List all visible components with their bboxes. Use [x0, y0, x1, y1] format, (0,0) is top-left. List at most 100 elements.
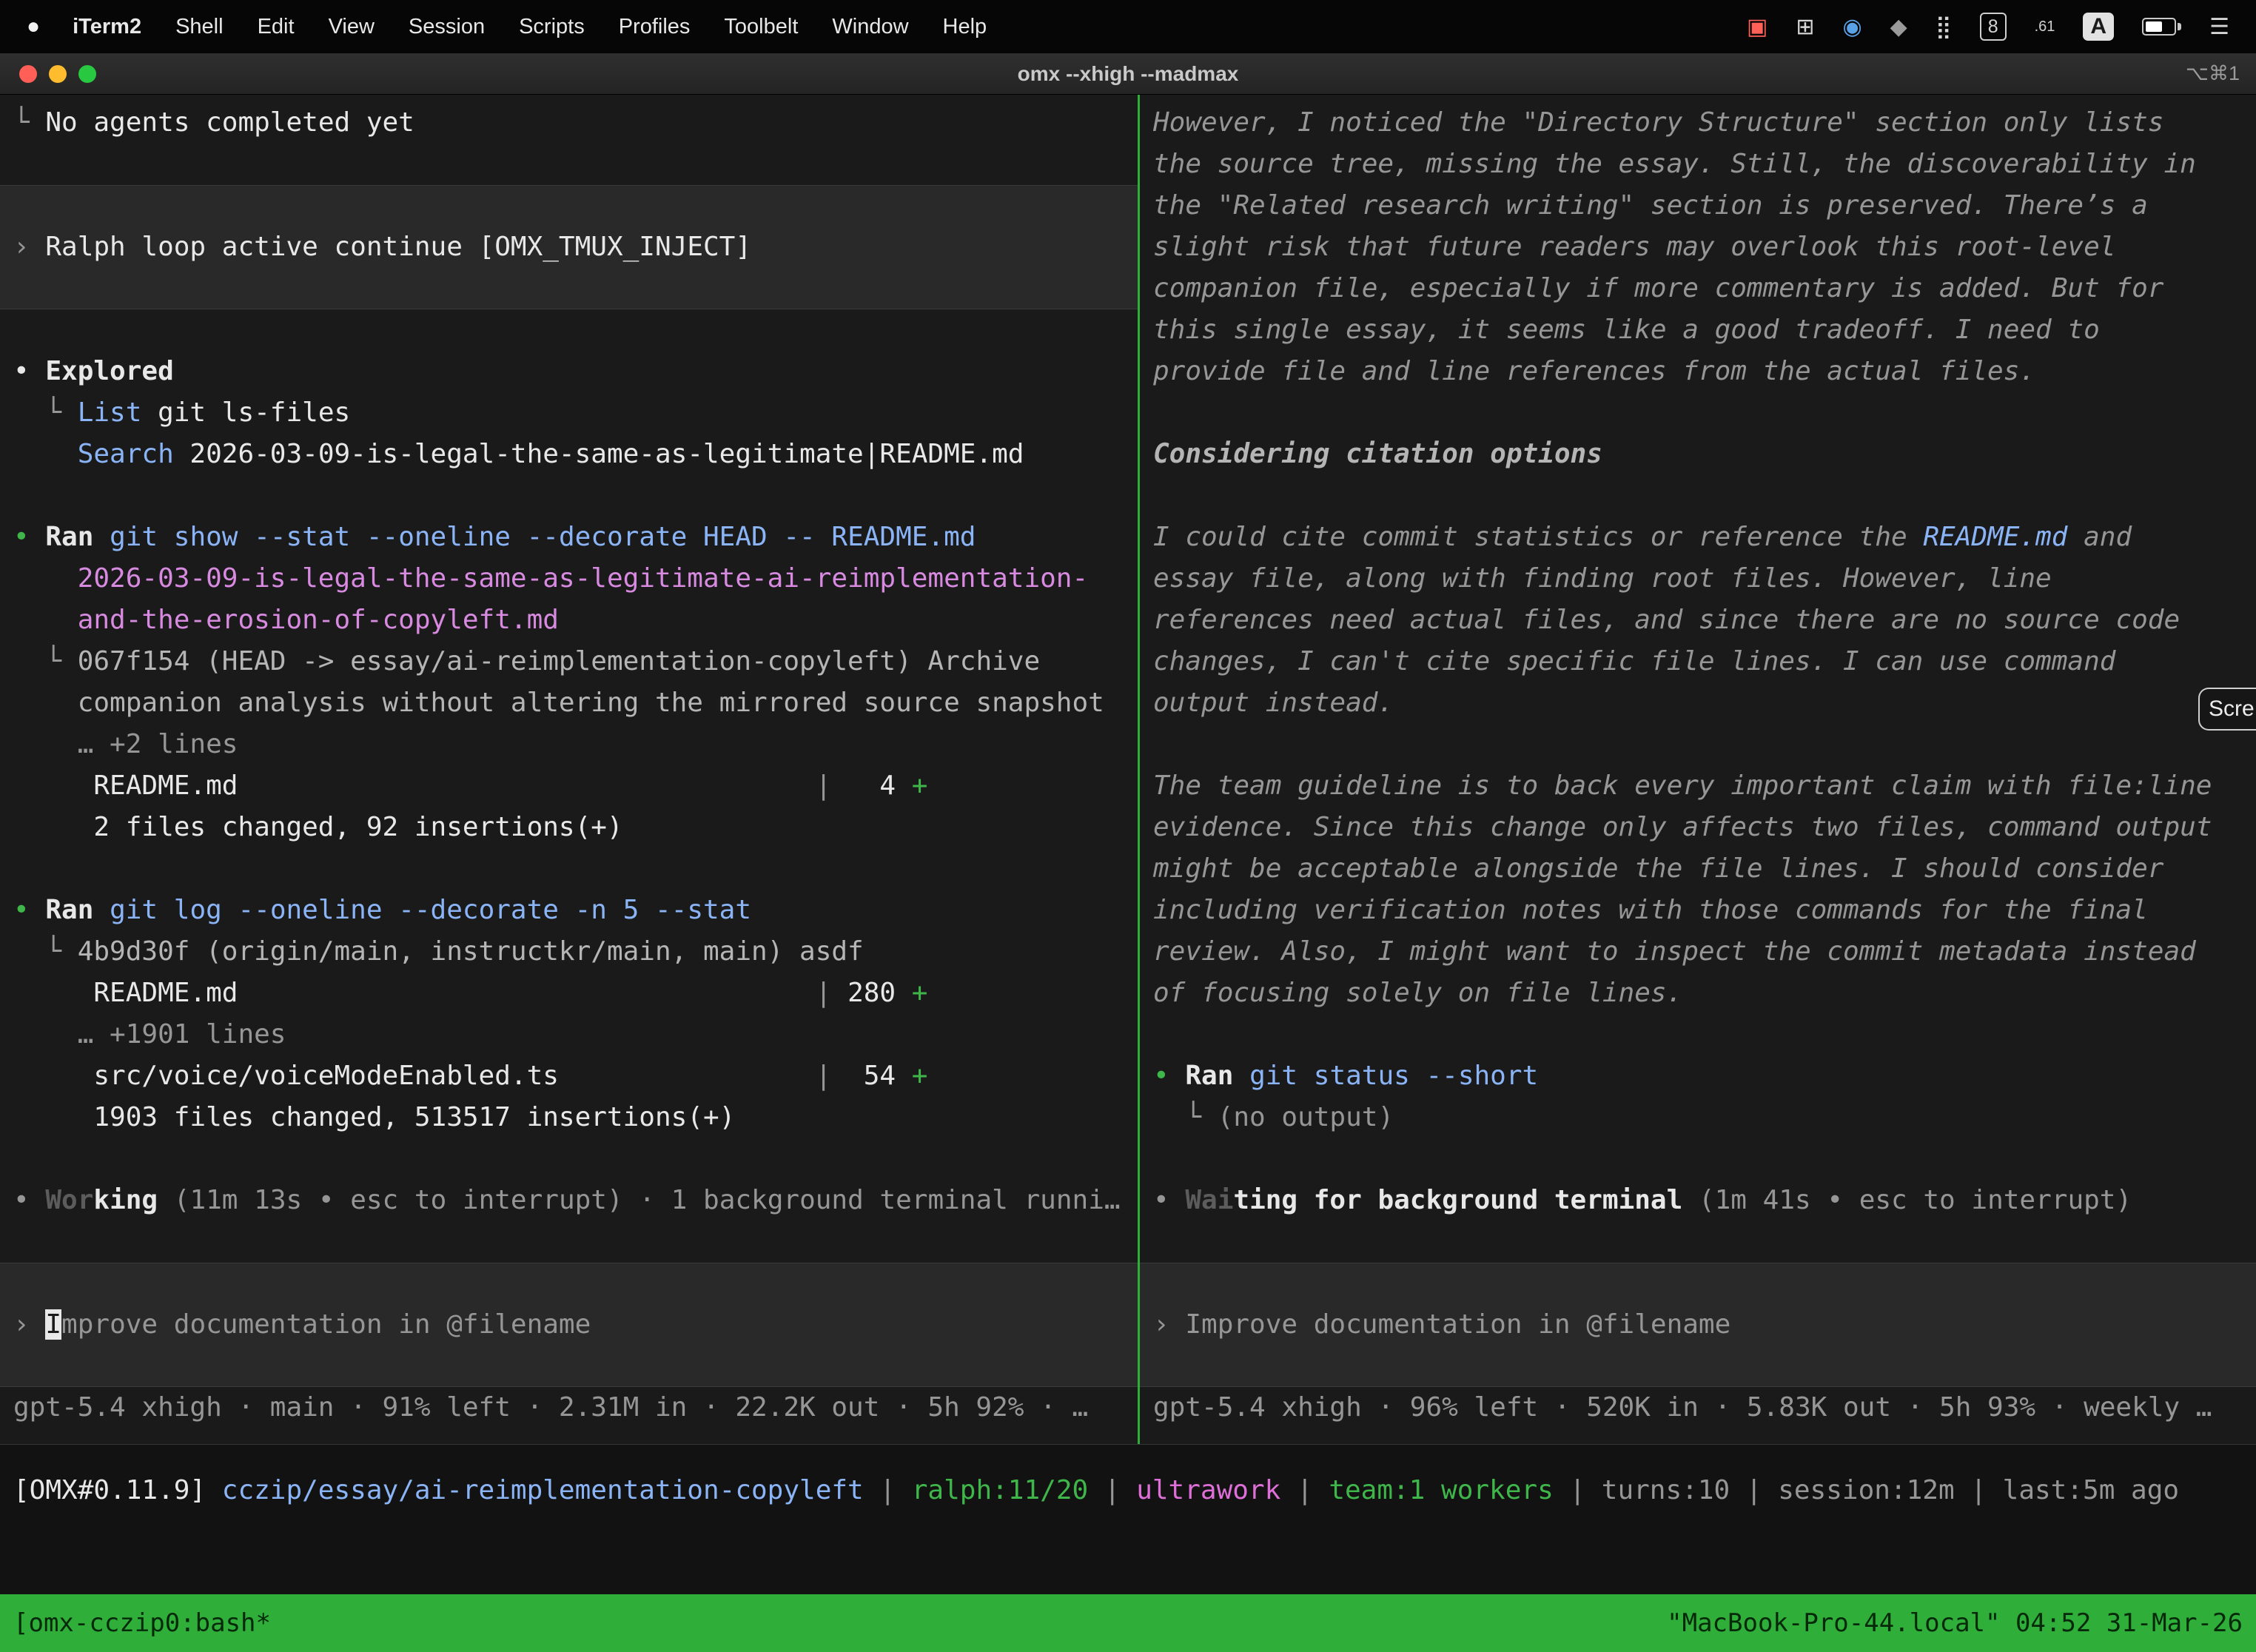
text-segment: gpt-5.4 xhigh · 96% left · 520K in · 5.8…	[1153, 1392, 2212, 1423]
text-segment: Ran	[1185, 1061, 1233, 1091]
menu-iterm2[interactable]: iTerm2	[73, 15, 141, 39]
menu-edit[interactable]: Edit	[258, 15, 295, 39]
text-segment: •	[13, 522, 45, 552]
text-segment: +	[912, 1061, 928, 1091]
dots-grid-icon[interactable]: ⣿	[1936, 14, 1952, 40]
text-segment: and	[2067, 522, 2132, 552]
terminal-line: companion analysis without altering the …	[0, 682, 1138, 724]
terminal-line: src/voice/voiceModeEnabled.ts | 54 +	[0, 1055, 1138, 1097]
menu-profiles[interactable]: Profiles	[619, 15, 691, 39]
text-segment: ralph:11/20	[912, 1475, 1088, 1505]
terminal-line: of focusing solely on file lines.	[1140, 973, 2256, 1014]
text-segment: |	[1088, 1475, 1136, 1505]
text-segment: cczip/essay/ai-reimplementation-copyleft	[222, 1475, 864, 1505]
text-segment: output instead.	[1153, 688, 1394, 718]
terminal-line: provide file and line references from th…	[1140, 351, 2256, 392]
terminal-line: including verification notes with those …	[1140, 890, 2256, 931]
zoom-button[interactable]	[78, 65, 96, 83]
text-segment: gpt-5.4 xhigh · main · 91% left · 2.31M …	[13, 1392, 1088, 1423]
text-segment: Wor	[45, 1185, 93, 1215]
text-segment: essay file, along with finding root file…	[1153, 563, 2052, 594]
terminal-line: └ No agents completed yet	[0, 102, 1138, 144]
terminal-line: └ 067f154 (HEAD -> essay/ai-reimplementa…	[0, 641, 1138, 682]
text-segment: ultrawork	[1136, 1475, 1280, 1505]
terminal-line: • Ran git log --oneline --decorate -n 5 …	[0, 890, 1138, 931]
terminal-line: output instead.	[1140, 682, 2256, 724]
terminal-area: └ No agents completed yet › Ralph loop ac…	[0, 95, 2256, 1445]
menu-shell[interactable]: Shell	[175, 15, 224, 39]
text-segment: git log --oneline --decorate -n 5 --stat	[110, 895, 751, 925]
text-segment: mprove documentation in @filename	[61, 1309, 591, 1340]
terminal-line: gpt-5.4 xhigh · main · 91% left · 2.31M …	[0, 1387, 1138, 1428]
empty-line	[0, 1138, 1138, 1180]
terminal-line: 1903 files changed, 513517 insertions(+)	[0, 1097, 1138, 1138]
omx-status-region: [OMX#0.11.9] cczip/essay/ai-reimplementa…	[0, 1445, 2256, 1594]
prompt-box[interactable]: › Improve documentation in @filename	[1140, 1263, 2256, 1387]
apple-logo-icon[interactable]: ●	[27, 14, 40, 39]
menu-help[interactable]: Help	[943, 15, 987, 39]
text-segment: List	[78, 397, 142, 428]
text-segment: review. Also, I might want to inspect th…	[1153, 936, 2196, 967]
menu-scripts[interactable]: Scripts	[519, 15, 585, 39]
text-segment: README.md	[13, 978, 816, 1008]
right-pane[interactable]: However, I noticed the "Directory Struct…	[1140, 95, 2256, 1444]
text-segment	[93, 522, 110, 552]
text-segment: ›	[13, 1309, 45, 1340]
battery-body	[2142, 18, 2176, 36]
menu-window[interactable]: Window	[832, 15, 908, 39]
wifi-icon[interactable]: ☰	[2209, 14, 2229, 40]
text-segment: 4b9d30f (origin/main, instructkr/main, m…	[78, 936, 864, 967]
screenshot-toast[interactable]: Scre	[2198, 688, 2256, 731]
text-segment: of focusing solely on file lines.	[1153, 978, 1682, 1008]
text-segment: 2026-03-09-is-legal-the-same-as-legitima…	[174, 439, 1024, 469]
terminal-line: └ (no output)	[1140, 1097, 2256, 1138]
text-segment: +	[912, 978, 928, 1008]
text-segment	[13, 1019, 78, 1050]
menu-toolbelt[interactable]: Toolbelt	[724, 15, 798, 39]
terminal-line: └ 4b9d30f (origin/main, instructkr/main,…	[0, 931, 1138, 973]
text-segment: and-the-erosion-of-copyleft.md	[78, 605, 559, 635]
text-segment: └	[13, 646, 78, 676]
dark-app-icon[interactable]: ◆	[1890, 14, 1907, 40]
empty-line	[0, 144, 1138, 185]
menu-session[interactable]: Session	[409, 15, 485, 39]
prompt-box[interactable]: › Ralph loop active continue [OMX_TMUX_I…	[0, 185, 1138, 309]
key-8-icon[interactable]: 8	[1980, 13, 2007, 41]
empty-line	[1140, 392, 2256, 434]
empty-line	[0, 1221, 1138, 1263]
text-segment: README.md	[1923, 522, 2067, 552]
badge-61-icon[interactable]: .61	[2035, 19, 2055, 36]
text-segment: git ls-files	[141, 397, 350, 428]
terminal-line: 2026-03-09-is-legal-the-same-as-legitima…	[0, 558, 1138, 600]
blue-app-icon[interactable]: ◉	[1842, 14, 1861, 40]
terminal-line: README.md | 280 +	[0, 973, 1138, 1014]
text-segment: git status --short	[1249, 1061, 1538, 1091]
tmux-session-label: [omx-cczip0:bash*	[13, 1608, 271, 1638]
menu-view[interactable]: View	[329, 15, 375, 39]
close-button[interactable]	[19, 65, 37, 83]
window-grid-icon[interactable]: ⊞	[1796, 14, 1814, 40]
battery-icon[interactable]	[2142, 18, 2181, 36]
text-segment: Explored	[45, 356, 173, 386]
text-segment: provide file and line references from th…	[1153, 356, 2035, 386]
text-segment	[13, 439, 78, 469]
terminal-line: The team guideline is to back every impo…	[1140, 765, 2256, 807]
screen-recording-icon[interactable]: ▣	[1747, 14, 1767, 40]
text-segment: 2 files changed, 92 insertions(+)	[13, 812, 623, 842]
left-pane[interactable]: └ No agents completed yet › Ralph loop ac…	[0, 95, 1138, 1444]
input-source-a-icon[interactable]: A	[2083, 13, 2114, 41]
terminal-line: the source tree, missing the essay. Stil…	[1140, 144, 2256, 185]
empty-line	[0, 848, 1138, 890]
text-segment: turns:10	[1602, 1475, 1730, 1505]
text-segment: |	[1280, 1475, 1329, 1505]
text-segment: last:5m ago	[2003, 1475, 2179, 1505]
minimize-button[interactable]	[49, 65, 67, 83]
text-segment: 067f154 (HEAD -> essay/ai-reimplementati…	[78, 646, 1040, 676]
menu-status-icons: ▣ ⊞ ◉ ◆ ⣿ 8 .61 A ☰	[1747, 13, 2229, 41]
terminal-line: references need actual files, and since …	[1140, 600, 2256, 641]
terminal-line: … +1901 lines	[0, 1014, 1138, 1055]
terminal-line: • Explored	[0, 351, 1138, 392]
prompt-box[interactable]: › Improve documentation in @filename	[0, 1263, 1138, 1387]
empty-line	[0, 309, 1138, 351]
text-segment: |	[1955, 1475, 2003, 1505]
